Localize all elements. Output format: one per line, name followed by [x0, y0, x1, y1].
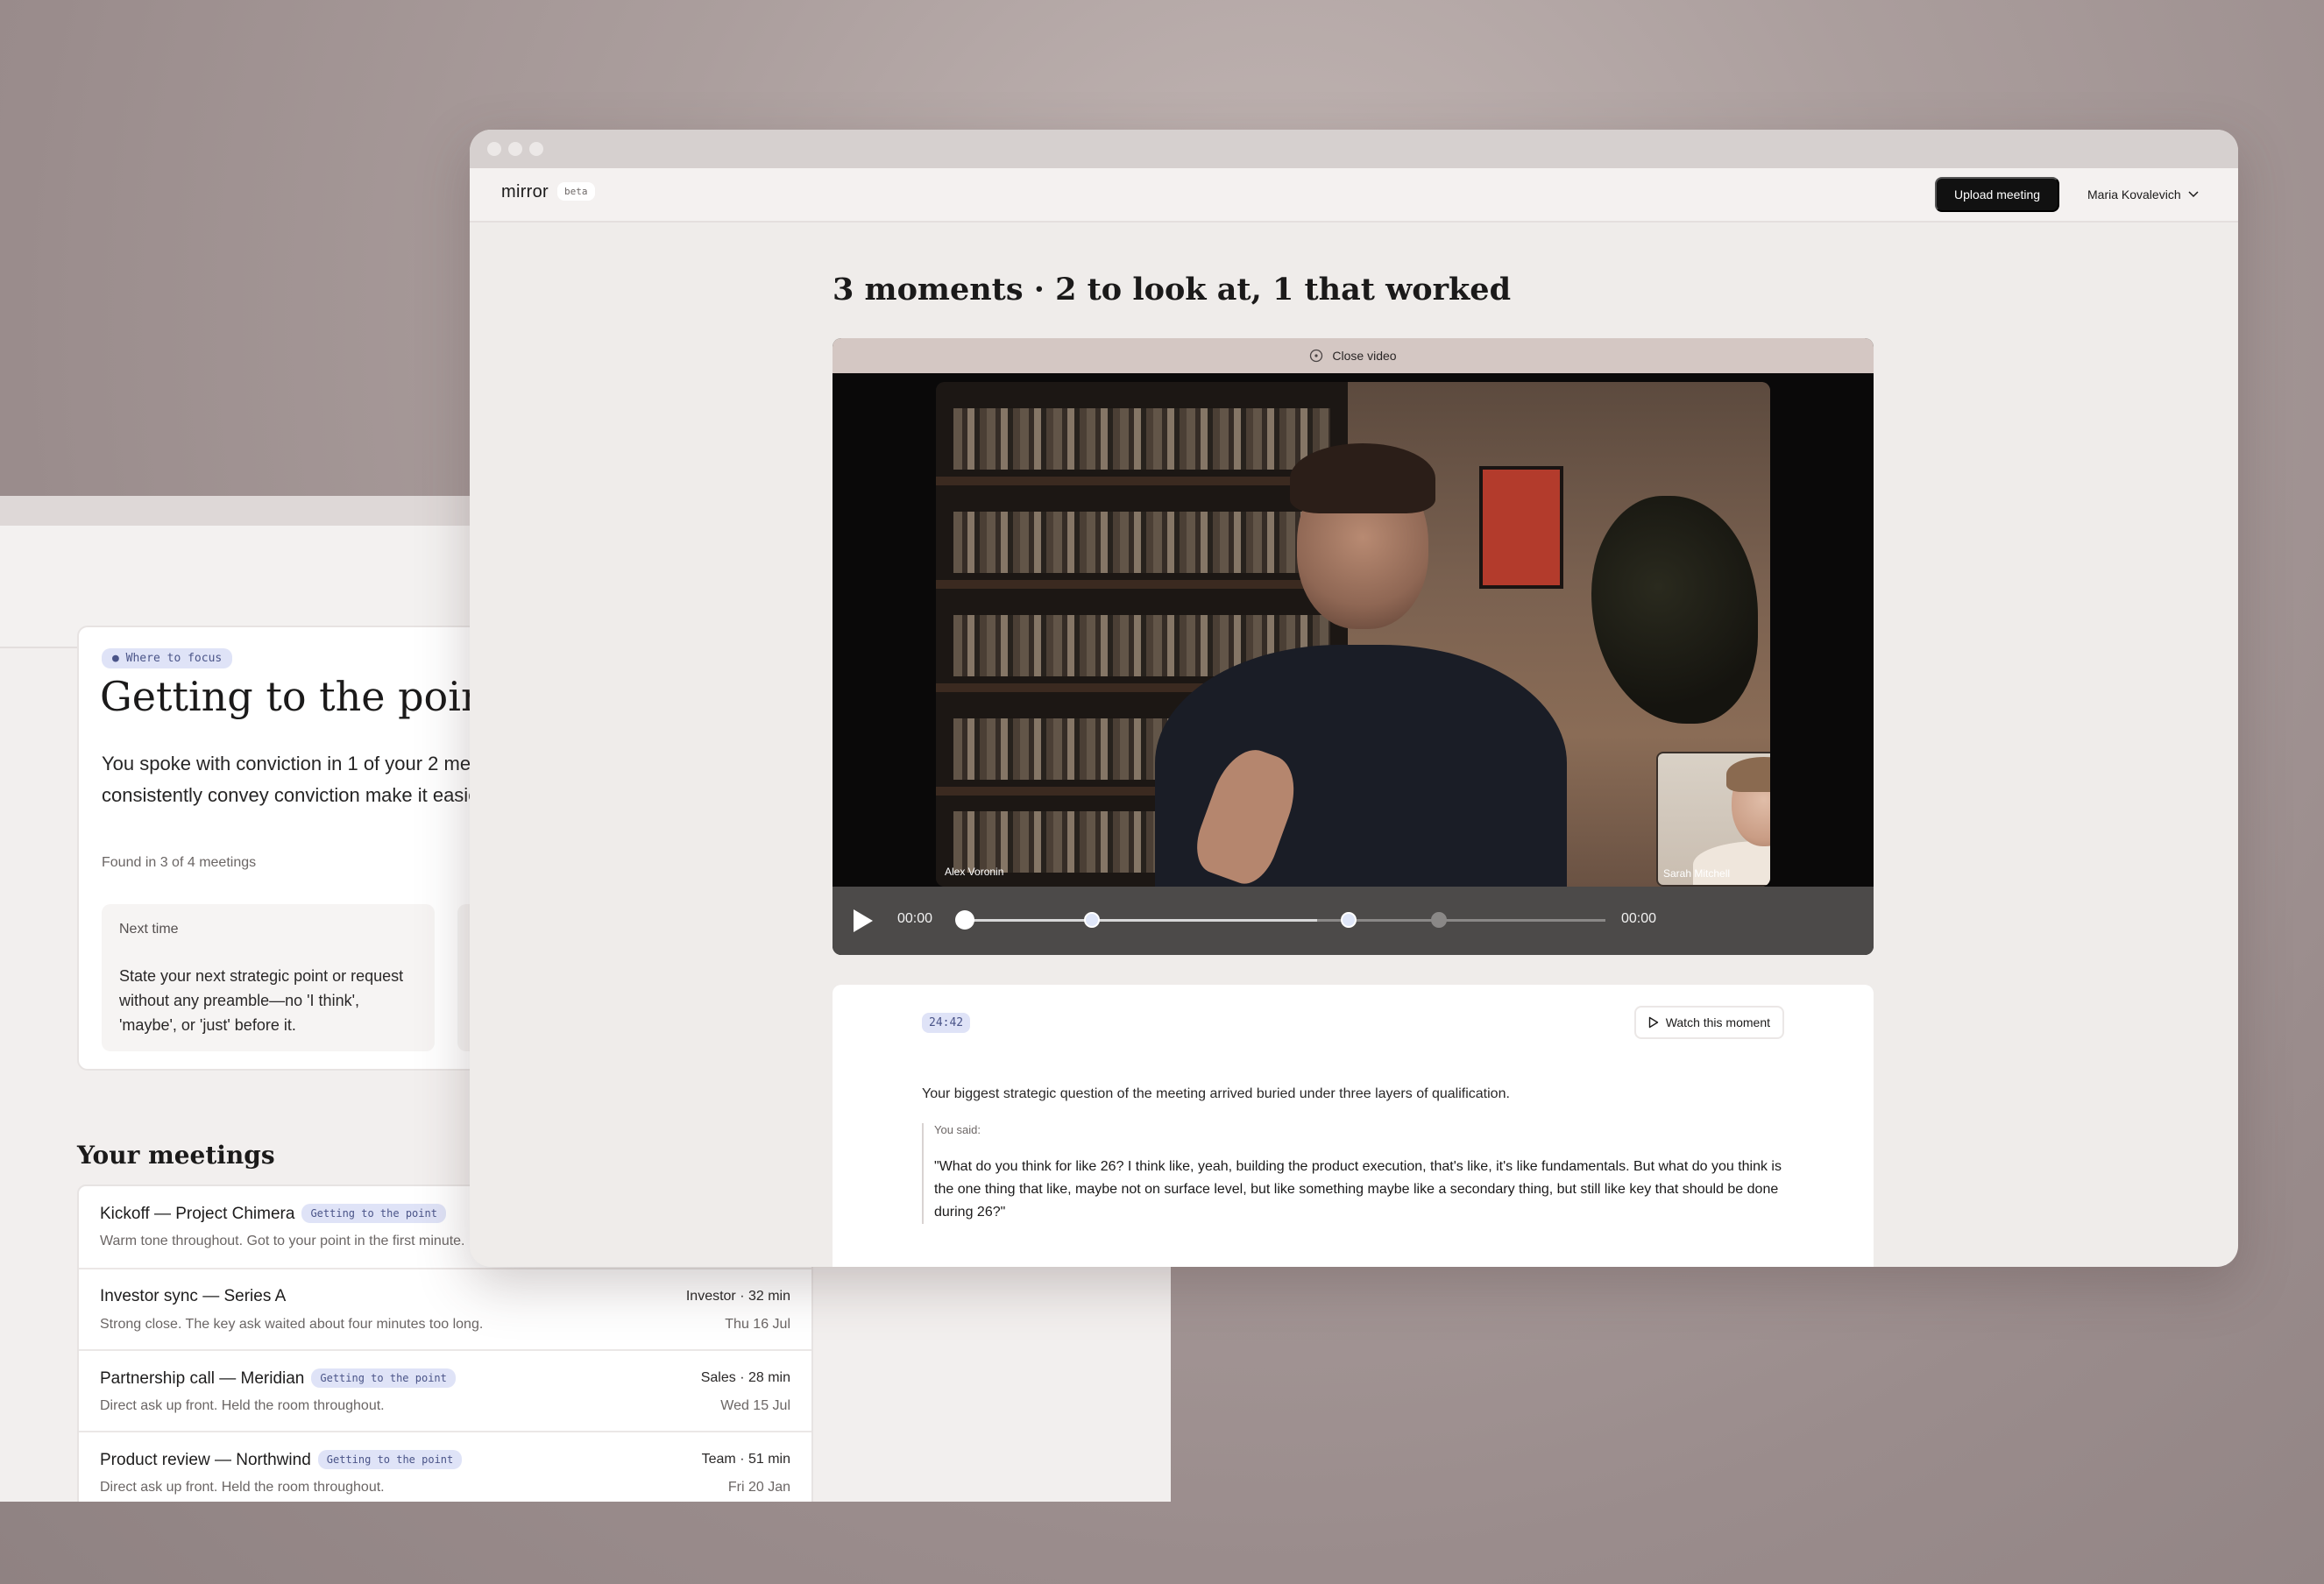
- meeting-meta: Investor · 32 min: [685, 1289, 790, 1304]
- moment-marker[interactable]: [1430, 912, 1447, 928]
- moment-marker[interactable]: [1084, 912, 1101, 928]
- books-row: [953, 408, 1330, 470]
- video-player: Close video Alex Voronin Sarah Mitchell …: [833, 338, 1874, 955]
- app-logo[interactable]: mirror: [501, 182, 549, 202]
- meeting-meta: Sales · 28 min: [700, 1370, 790, 1385]
- video-area[interactable]: Alex Voronin Sarah Mitchell: [833, 373, 1874, 887]
- wall-poster: [1479, 466, 1563, 589]
- next-time-label: Next time: [119, 922, 179, 937]
- progress-track[interactable]: [964, 919, 1605, 922]
- watch-moment-label: Watch this moment: [1665, 1015, 1770, 1029]
- meeting-date: Wed 15 Jul: [720, 1398, 790, 1413]
- meeting-title: Product review — Northwind Getting to the…: [100, 1450, 463, 1470]
- meeting-row[interactable]: Partnership call — Meridian Getting to th…: [79, 1349, 811, 1431]
- chevron-down-icon: [2188, 191, 2199, 198]
- you-said-label: You said:: [934, 1123, 981, 1136]
- window-minimize-dot[interactable]: [508, 142, 522, 156]
- moment-card: 24:42 Watch this moment Your biggest str…: [833, 985, 1874, 1267]
- pip-speaker-name: Sarah Mitchell: [1663, 867, 1731, 880]
- meeting-summary: Warm tone throughout. Got to your point …: [100, 1234, 465, 1248]
- next-time-text: State your next strategic point or reque…: [119, 967, 404, 1034]
- meeting-summary: Strong close. The key ask waited about f…: [100, 1317, 484, 1332]
- user-name: Maria Kovalevich: [2087, 187, 2181, 202]
- moment-marker[interactable]: [1341, 912, 1357, 928]
- moment-timestamp[interactable]: 24:42: [922, 1013, 971, 1033]
- meeting-summary: Direct ask up front. Held the room throu…: [100, 1480, 385, 1495]
- app-header: mirror beta Upload meeting Maria Kovalev…: [470, 168, 2238, 223]
- meeting-row[interactable]: Product review — Northwind Getting to the…: [79, 1431, 811, 1502]
- meeting-tag: Getting to the point: [317, 1450, 463, 1469]
- play-outline-icon: [1648, 1016, 1658, 1029]
- beta-badge: beta: [557, 182, 595, 201]
- pip-hair: [1726, 757, 1770, 792]
- meeting-tag: Getting to the point: [311, 1368, 456, 1388]
- watch-moment-button[interactable]: Watch this moment: [1633, 1006, 1784, 1039]
- focus-title: Getting to the point: [100, 673, 504, 720]
- total-time: 00:00: [1621, 911, 1657, 926]
- video-controls: 00:00 00:00: [833, 887, 1874, 955]
- meeting-tag: Getting to the point: [301, 1204, 446, 1223]
- close-video-button[interactable]: Close video: [833, 338, 1874, 373]
- quote-block: You said: "What do you think for like 26…: [922, 1123, 1784, 1224]
- window-maximize-dot[interactable]: [529, 142, 543, 156]
- foreground-window: mirror beta Upload meeting Maria Kovalev…: [470, 130, 2238, 1267]
- focus-found-count: Found in 3 of 4 meetings: [102, 855, 257, 870]
- upload-meeting-button[interactable]: Upload meeting: [1935, 177, 2059, 212]
- current-time: 00:00: [897, 911, 933, 926]
- close-video-label: Close video: [1332, 349, 1397, 363]
- meeting-row[interactable]: Investor sync — Series A Strong close. T…: [79, 1268, 811, 1349]
- main-speaker-name: Alex Voronin: [945, 866, 1004, 878]
- meeting-title: Kickoff — Project Chimera Getting to the …: [100, 1204, 446, 1224]
- where-to-focus-pill: ● Where to focus: [102, 648, 233, 668]
- quote-text: "What do you think for like 26? I think …: [934, 1159, 1782, 1220]
- user-menu[interactable]: Maria Kovalevich: [2087, 187, 2199, 202]
- meeting-date: Fri 20 Jan: [727, 1480, 790, 1495]
- speaker-hair: [1290, 443, 1435, 513]
- pip-body: [1693, 841, 1770, 885]
- close-circle-icon: [1310, 349, 1323, 363]
- meeting-title: Investor sync — Series A: [100, 1287, 287, 1305]
- books-row: [953, 512, 1330, 573]
- meetings-section-title: Your meetings: [77, 1141, 275, 1170]
- progress-fill: [964, 919, 1317, 922]
- meeting-summary: Direct ask up front. Held the room throu…: [100, 1398, 385, 1413]
- moment-summary: Your biggest strategic question of the m…: [922, 1086, 1510, 1101]
- meeting-meta: Team · 51 min: [701, 1452, 790, 1467]
- window-close-dot[interactable]: [487, 142, 501, 156]
- meeting-title: Partnership call — Meridian Getting to th…: [100, 1368, 456, 1389]
- next-time-card: Next time State your next strategic poin…: [102, 904, 435, 1051]
- window-chrome: [470, 130, 2238, 168]
- play-icon[interactable]: [854, 909, 873, 932]
- scrubber-handle[interactable]: [955, 910, 974, 930]
- video-frame: Alex Voronin Sarah Mitchell: [936, 382, 1770, 887]
- meeting-date: Thu 16 Jul: [725, 1317, 790, 1332]
- moments-heading: 3 moments · 2 to look at, 1 that worked: [833, 272, 1512, 308]
- picture-in-picture[interactable]: Sarah Mitchell: [1656, 752, 1770, 887]
